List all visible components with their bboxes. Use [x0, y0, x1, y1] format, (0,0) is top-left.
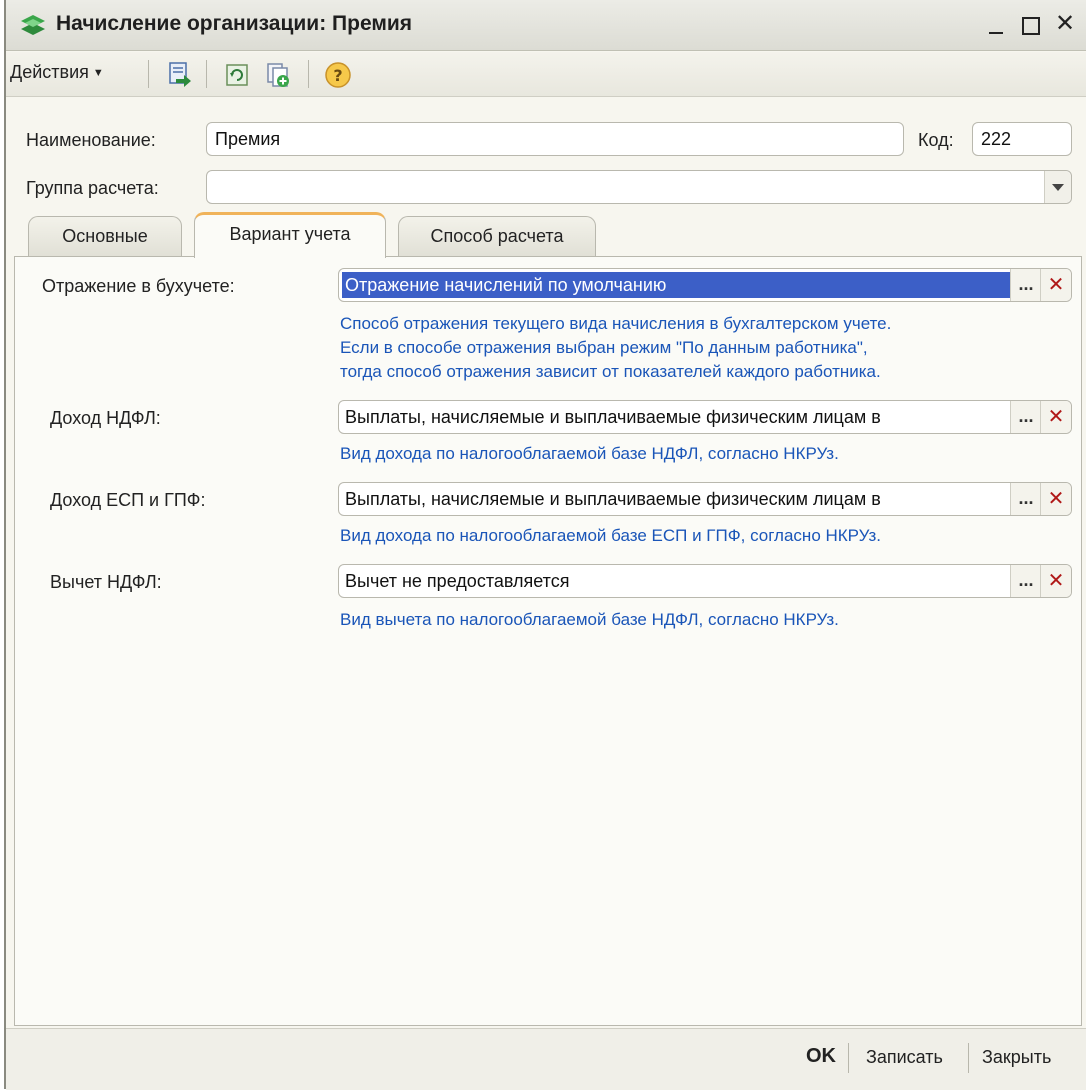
clear-icon[interactable]: ✕ [1040, 565, 1071, 597]
ndfl-income-field[interactable]: Выплаты, начисляемые и выплачиваемые физ… [338, 400, 1072, 434]
code-field[interactable]: 222 [972, 122, 1072, 156]
title-bar[interactable]: Начисление организации: Премия ✕ [6, 0, 1086, 51]
refresh-icon[interactable] [224, 61, 252, 89]
select-button[interactable]: ... [1010, 269, 1041, 301]
ndfl-deduction-label: Вычет НДФЛ: [50, 572, 162, 592]
close-button[interactable]: Закрыть [982, 1047, 1051, 1068]
actions-menu-button[interactable]: Действия ▼ [10, 62, 104, 83]
tab-accounting-variant[interactable]: Вариант учета [194, 212, 386, 258]
esp-income-field[interactable]: Выплаты, начисляемые и выплачиваемые физ… [338, 482, 1072, 516]
clear-icon[interactable]: ✕ [1040, 483, 1071, 515]
tab-calc-method[interactable]: Способ расчета [398, 216, 596, 256]
accounting-label: Отражение в бухучете: [42, 276, 235, 296]
accounting-value: Отражение начислений по умолчанию [342, 272, 1011, 298]
help-glyph: ? [333, 66, 342, 85]
copy-new-icon[interactable] [264, 61, 292, 89]
calc-group-field[interactable] [206, 170, 1072, 204]
save-to-list-icon[interactable] [166, 61, 194, 89]
calc-group-value [207, 178, 223, 188]
calc-group-label: Группа расчета: [26, 178, 159, 198]
accounting-hint-line: Если в способе отражения выбран режим "П… [340, 338, 868, 357]
accounting-field[interactable]: Отражение начислений по умолчанию ... ✕ [338, 268, 1072, 302]
bottom-bar: OK Записать Закрыть [6, 1028, 1086, 1090]
window-title: Начисление организации: Премия [56, 12, 413, 35]
ndfl-income-value: Выплаты, начисляемые и выплачиваемые физ… [345, 407, 881, 427]
accounting-hint-line: тогда способ отражения зависит от показа… [340, 362, 881, 381]
clear-icon[interactable]: ✕ [1040, 401, 1071, 433]
chevron-down-icon: ▼ [92, 67, 104, 79]
toolbar-separator [206, 60, 207, 88]
button-separator [848, 1043, 849, 1073]
toolbar-separator [308, 60, 309, 88]
ndfl-income-label: Доход НДФЛ: [50, 408, 161, 428]
name-field[interactable]: Премия [206, 122, 904, 156]
ndfl-deduction-value: Вычет не предоставляется [345, 571, 570, 591]
tab-main[interactable]: Основные [28, 216, 182, 256]
close-window-button[interactable]: ✕ [1052, 8, 1078, 40]
toolbar-separator [148, 60, 149, 88]
select-button[interactable]: ... [1010, 483, 1041, 515]
ndfl-income-hint: Вид дохода по налогооблагаемой базе НДФЛ… [340, 444, 839, 463]
chevron-down-icon[interactable] [1044, 171, 1071, 203]
catalog-icon [21, 15, 45, 35]
form-window: Начисление организации: Премия ✕ Действи… [4, 0, 1086, 1090]
code-label: Код: [918, 130, 954, 150]
esp-income-label: Доход ЕСП и ГПФ: [50, 490, 206, 510]
help-icon[interactable]: ? [324, 61, 352, 89]
clear-icon[interactable]: ✕ [1040, 269, 1071, 301]
ndfl-deduction-field[interactable]: Вычет не предоставляется ... ✕ [338, 564, 1072, 598]
esp-income-hint: Вид дохода по налогооблагаемой базе ЕСП … [340, 526, 882, 545]
button-separator [968, 1043, 969, 1073]
select-button[interactable]: ... [1010, 565, 1041, 597]
ndfl-deduction-hint: Вид вычета по налогооблагаемой базе НДФЛ… [340, 610, 839, 629]
save-button[interactable]: Записать [866, 1047, 943, 1068]
name-label: Наименование: [26, 130, 156, 150]
maximize-button[interactable] [1018, 8, 1044, 40]
ok-button[interactable]: OK [806, 1045, 836, 1068]
accounting-hint-line: Способ отражения текущего вида начислени… [340, 314, 892, 333]
minimize-button[interactable] [984, 8, 1010, 40]
esp-income-value: Выплаты, начисляемые и выплачиваемые физ… [345, 489, 881, 509]
select-button[interactable]: ... [1010, 401, 1041, 433]
toolbar: Действия ▼ ? [6, 52, 1086, 97]
actions-menu-label: Действия [10, 62, 89, 82]
